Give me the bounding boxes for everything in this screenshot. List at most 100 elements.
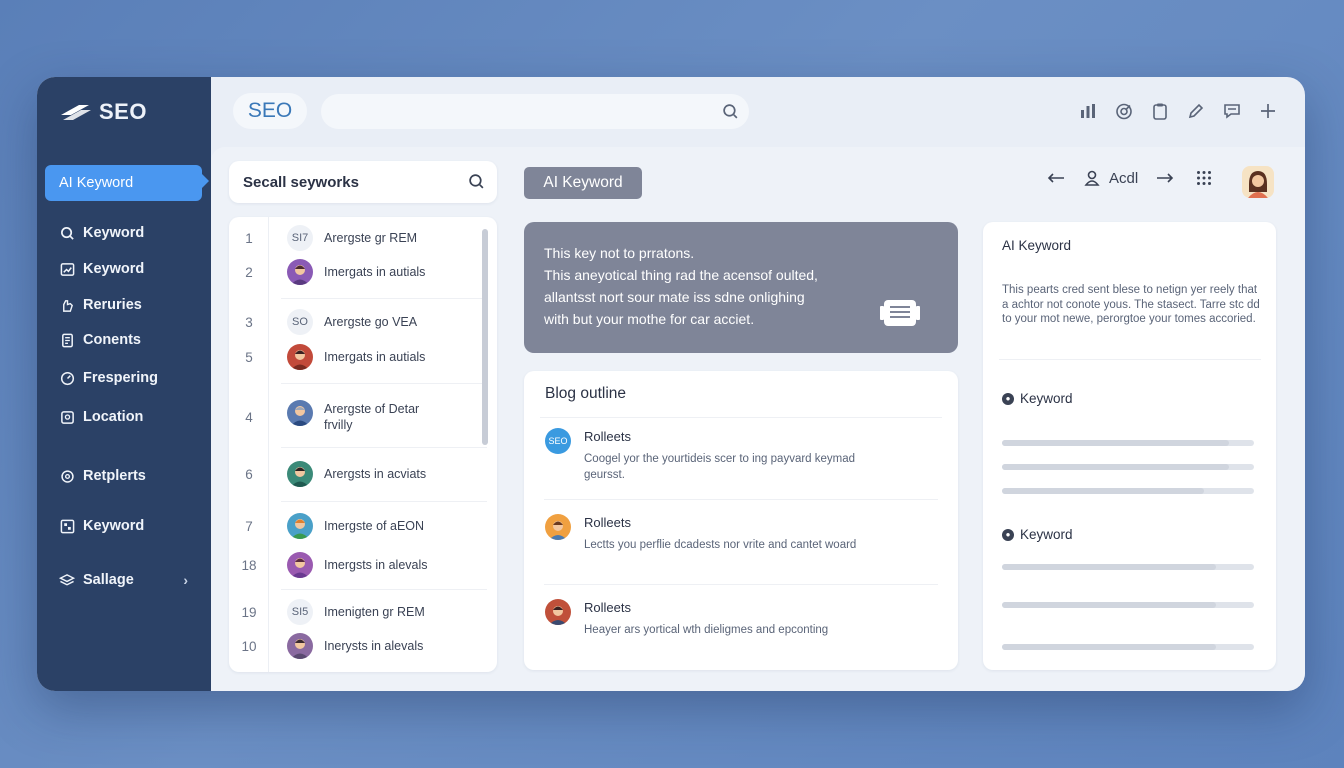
- sidebar-item-keyword-2[interactable]: Keyword: [45, 251, 202, 287]
- table-row[interactable]: 2 Imergats in autials: [229, 257, 497, 287]
- table-row[interactable]: 6 Arergsts in acviats: [229, 459, 497, 489]
- profile-avatar[interactable]: [1242, 166, 1274, 198]
- row-divider: [281, 589, 487, 590]
- row-number: 6: [245, 466, 253, 482]
- progress-bar-fill: [1002, 602, 1217, 608]
- table-row[interactable]: 18 Imergsts in alevals: [229, 550, 497, 580]
- comment-icon[interactable]: [1223, 99, 1241, 123]
- progress-bar: [1002, 602, 1254, 608]
- item-title: Rolleets: [584, 515, 631, 530]
- target-icon[interactable]: [1115, 99, 1133, 123]
- sidebar-item-conents[interactable]: Conents: [45, 322, 202, 358]
- nav-label[interactable]: Acdl: [1109, 170, 1138, 187]
- sidebar-item-keyword-3[interactable]: Keyword: [45, 508, 202, 544]
- table-row[interactable]: 7 Imergste of aEON: [229, 511, 497, 541]
- item-description: Lectts you perflie dcadests nor vrite an…: [584, 539, 857, 551]
- table-row[interactable]: 10 Inerysts in alevals: [229, 631, 497, 661]
- search-icon: [722, 103, 739, 125]
- keyword-section-header[interactable]: ● Keyword: [1002, 527, 1073, 542]
- list-item[interactable]: SEO Rolleets Coogel yor the yourtideis s…: [545, 428, 945, 488]
- table-row[interactable]: 3 SO Arergste go VEA: [229, 307, 497, 337]
- sidebar-item-location[interactable]: Location: [45, 399, 202, 435]
- pencil-icon[interactable]: [1187, 99, 1205, 123]
- divider: [540, 417, 942, 418]
- keyword-avatar: SO: [287, 309, 313, 335]
- sidebar-item-retplerts[interactable]: Retplerts: [45, 458, 202, 494]
- user-icon[interactable]: [1083, 169, 1101, 187]
- arrow-left-icon[interactable]: [1047, 171, 1065, 185]
- keyword-search-input[interactable]: Secall seyworks: [229, 161, 497, 203]
- middle-toolbar: Acdl: [1047, 169, 1212, 187]
- sidebar-item-label: Sallage: [83, 572, 134, 588]
- section-label: Keyword: [1020, 527, 1073, 542]
- ai-keyword-panel: AI Keyword This pearts cred sent blese t…: [983, 222, 1276, 670]
- user-avatar-icon: [287, 552, 313, 578]
- section-label: Keyword: [1020, 391, 1073, 406]
- progress-bar-fill: [1002, 644, 1217, 650]
- arrow-right-icon[interactable]: [1156, 171, 1174, 185]
- row-number: 4: [245, 409, 253, 425]
- seo-pill[interactable]: SEO: [233, 93, 307, 129]
- user-avatar-icon: [287, 259, 313, 285]
- keyword-section-header[interactable]: ● Keyword: [1002, 391, 1073, 406]
- keyword-label: Arergste of Detar frvilly: [324, 402, 420, 432]
- keyword-list: 1 SI7 Arergste gr REM 2 Imergats in auti…: [229, 217, 497, 672]
- row-divider: [281, 298, 487, 299]
- sidebar-item-label: Location: [83, 409, 144, 425]
- sidebar-item-label: Reruries: [83, 297, 142, 313]
- sidebar-item-keyword[interactable]: Keyword: [45, 215, 202, 251]
- user-avatar-icon: [287, 633, 313, 659]
- sidebar: SEO AI Keyword Keyword Keyword Reruries: [37, 77, 217, 691]
- user-avatar-icon: [287, 513, 313, 539]
- progress-bar-fill: [1002, 564, 1217, 570]
- info-dot-icon: ●: [1002, 392, 1014, 405]
- sidebar-item-reruries[interactable]: Reruries: [45, 287, 202, 323]
- ai-keyword-chip[interactable]: AI Keyword: [524, 167, 642, 199]
- top-toolbar: [1079, 99, 1277, 123]
- row-number: 3: [245, 314, 253, 330]
- sidebar-item-ai-keyword[interactable]: AI Keyword: [45, 165, 202, 201]
- progress-bar: [1002, 488, 1254, 494]
- document-icon: [59, 332, 75, 348]
- chart-icon: [59, 261, 75, 277]
- active-indicator: [202, 174, 209, 188]
- sidebar-item-label: AI Keyword: [59, 175, 134, 191]
- gauge-icon: [59, 370, 75, 386]
- row-number: 19: [241, 604, 257, 620]
- row-divider: [281, 383, 487, 384]
- document-icon[interactable]: [880, 296, 920, 335]
- seo-avatar: SEO: [545, 428, 571, 454]
- layers-icon: [59, 572, 75, 588]
- info-line: This aneyotical thing rad the acensof ou…: [544, 267, 818, 283]
- scrollbar-thumb[interactable]: [482, 229, 488, 445]
- row-number: 18: [241, 557, 257, 573]
- table-row[interactable]: 1 SI7 Arergste gr REM: [229, 223, 497, 253]
- table-row[interactable]: 19 SI5 Imenigten gr REM: [229, 597, 497, 627]
- row-number: 2: [245, 264, 253, 280]
- settings-icon: [59, 468, 75, 484]
- plus-icon[interactable]: [1259, 99, 1277, 123]
- brand-logo[interactable]: SEO: [59, 99, 147, 125]
- list-item[interactable]: Rolleets Lectts you perflie dcadests nor…: [545, 514, 945, 574]
- list-item[interactable]: Rolleets Heayer ars yortical wth dieligm…: [545, 599, 945, 659]
- progress-bar-fill: [1002, 464, 1229, 470]
- table-row[interactable]: 4 Arergste of Detar frvilly: [229, 397, 497, 437]
- user-avatar-icon: [287, 400, 313, 426]
- row-divider: [281, 447, 487, 448]
- table-row[interactable]: 5 Imergats in autials: [229, 342, 497, 372]
- progress-bar: [1002, 644, 1254, 650]
- progress-bar-fill: [1002, 440, 1229, 446]
- divider: [999, 359, 1261, 360]
- search-icon: [59, 225, 75, 241]
- bar-chart-icon[interactable]: [1079, 99, 1097, 123]
- keyword-label: Arergste go VEA: [324, 315, 418, 329]
- row-number: 1: [245, 230, 253, 246]
- clipboard-icon[interactable]: [1151, 99, 1169, 123]
- chevron-right-icon: ›: [183, 572, 188, 588]
- app-window: SEO AI Keyword Keyword Keyword Reruries: [37, 77, 1305, 691]
- global-search-input[interactable]: [321, 94, 749, 129]
- sidebar-item-frespering[interactable]: Frespering: [45, 360, 202, 396]
- sidebar-item-sallage[interactable]: Sallage ›: [45, 562, 202, 598]
- row-divider: [281, 501, 487, 502]
- apps-grid-icon[interactable]: [1196, 170, 1212, 186]
